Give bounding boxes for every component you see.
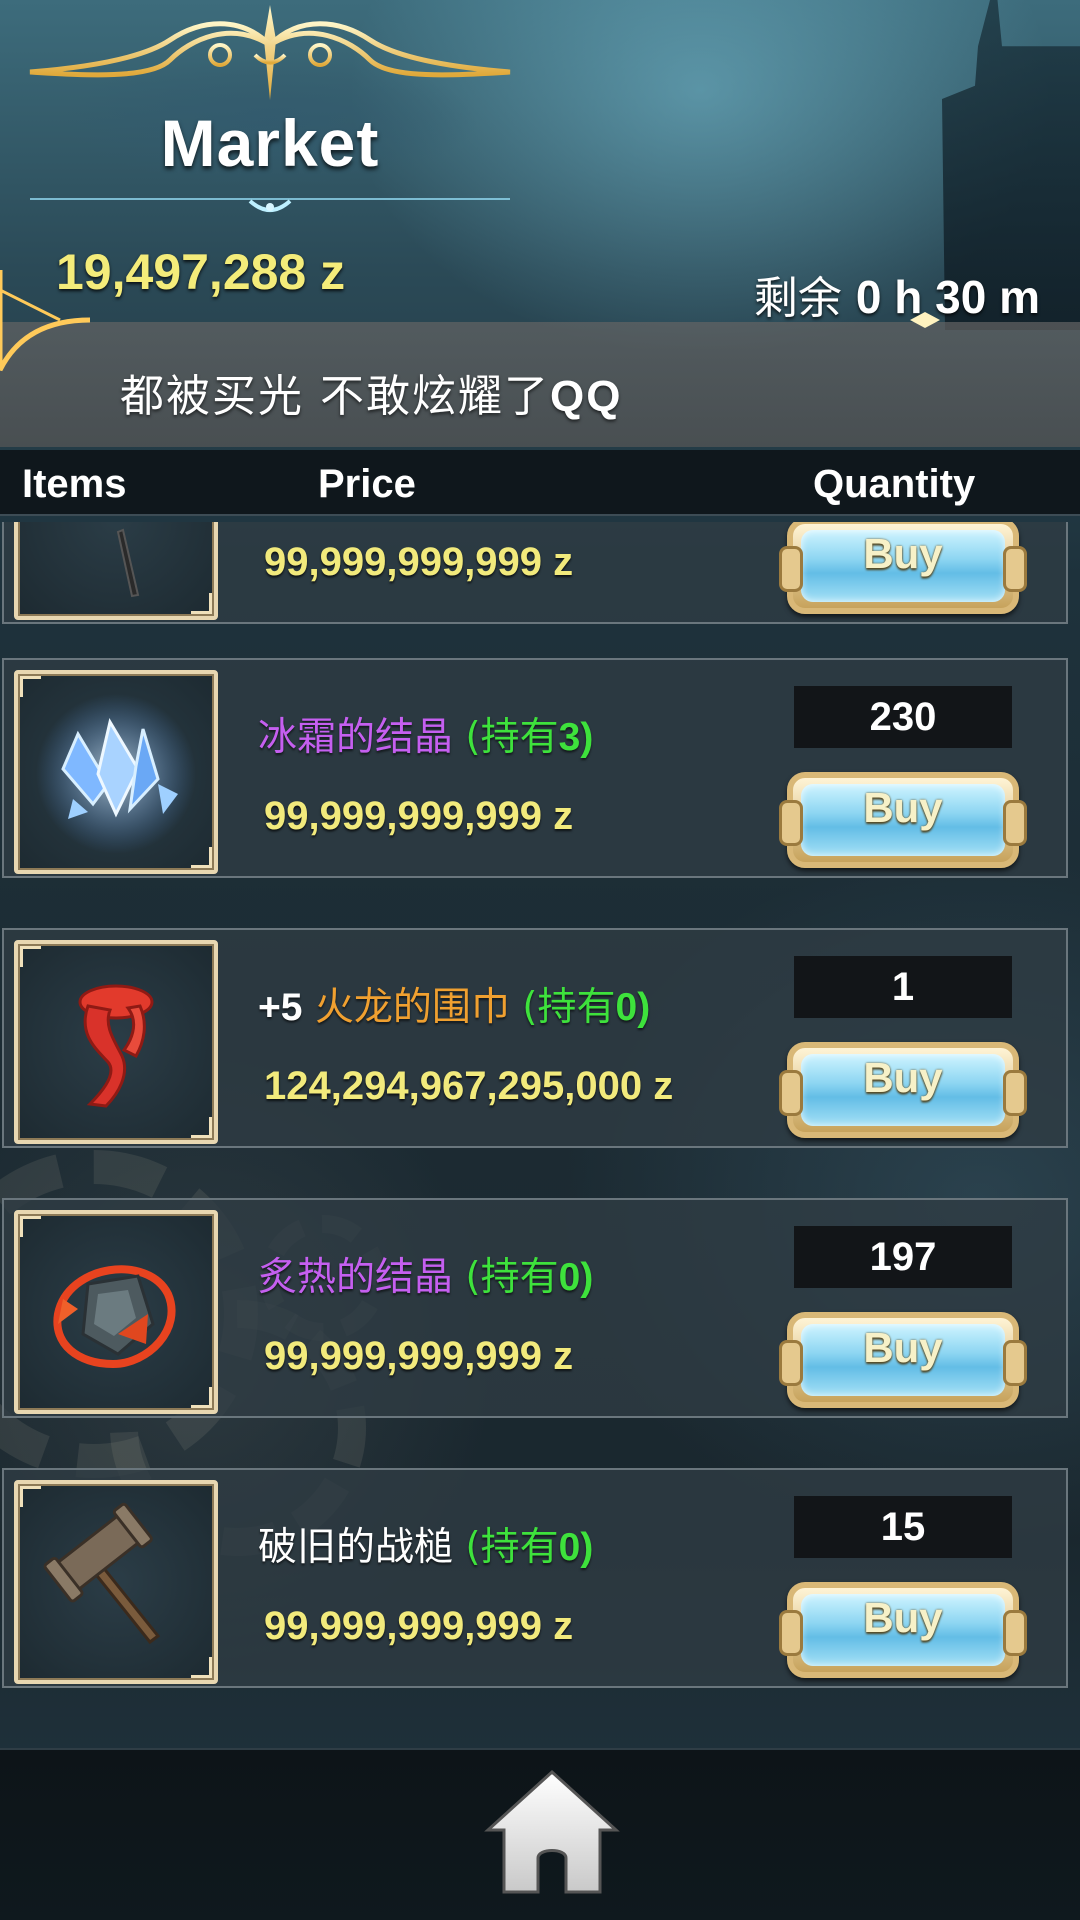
column-header: Items Price Quantity [0,450,1080,516]
fire-crystal-icon [53,1265,176,1369]
enhance-level: +5 [258,986,303,1029]
item-thumbnail [14,670,218,874]
owned-value: 3 [558,716,581,759]
item-price: 99,999,999,999 z [264,1604,574,1648]
owned-suffix: ) [637,986,651,1029]
column-quantity: Quantity [813,462,976,506]
buy-button[interactable]: Buy [779,522,1027,614]
list-item: +5 火龙的围巾 (持有0) 124,294,967,295,000 z 1 B… [2,928,1068,1148]
owned-value: 0 [558,1526,581,1569]
owned-suffix: ) [580,716,594,759]
war-hammer-icon [43,1502,161,1645]
list-item: 炙热的结晶 (持有0) 99,999,999,999 z 197 Buy [2,1198,1068,1418]
list-item: 破旧的战槌 (持有0) 99,999,999,999 z 15 Buy [2,1468,1068,1688]
buy-button-label: Buy [863,530,943,577]
owned-value: 0 [615,986,638,1029]
owned-count: (持有0) [465,1255,594,1300]
item-thumbnail [14,1480,218,1684]
item-price: 99,999,999,999 z [264,1334,574,1378]
owned-suffix: ) [580,1526,594,1569]
item-quantity: 1 [794,956,1012,1018]
market-header: Market 19,497,288 z 剩余 0 h 30 m 都被买光 不敢炫… [0,0,1080,447]
buy-button[interactable]: Buy [779,1042,1027,1138]
item-list[interactable]: 99,999,999,999 z Buy 冰霜的结晶 (持有3) 99,999,… [0,522,1080,1747]
owned-count: (持有3) [465,715,594,760]
ice-crystal-icon [36,694,196,854]
owned-label: (持有 [465,1525,559,1570]
banner-message: 都被买光 不敢炫耀了QQ [120,360,622,424]
page-title: Market [160,106,380,180]
list-item: 99,999,999,999 z Buy [2,522,1068,624]
item-thumbnail [14,522,218,620]
item-name-text: 炙热的结晶 [258,1255,454,1300]
item-quantity: 230 [794,686,1012,748]
owned-count: (持有0) [522,985,651,1030]
buy-button[interactable]: Buy [779,1582,1027,1678]
owned-suffix: ) [580,1256,594,1299]
buy-button-label: Buy [863,784,943,831]
dagger-icon [116,528,140,598]
buy-button-label: Buy [863,1594,943,1641]
item-name-text: 火龙的围巾 [314,985,510,1030]
list-item: 冰霜的结晶 (持有3) 99,999,999,999 z 230 Buy [2,658,1068,878]
buy-button[interactable]: Buy [779,772,1027,868]
item-quantity: 15 [794,1496,1012,1558]
title-divider [30,198,510,212]
red-scarf-icon [78,984,154,1108]
item-thumbnail [14,1210,218,1414]
item-price: 99,999,999,999 z [264,794,574,838]
market-screen: Market 19,497,288 z 剩余 0 h 30 m 都被买光 不敢炫… [0,0,1080,1920]
item-price: 99,999,999,999 z [264,540,574,584]
title-ornament [29,5,511,100]
item-name-text: 破旧的战槌 [258,1525,454,1570]
buy-button[interactable]: Buy [779,1312,1027,1408]
item-thumbnail [14,940,218,1144]
banner-message-emote: QQ [550,372,623,421]
buy-button-label: Buy [863,1324,943,1371]
owned-count: (持有0) [465,1525,594,1570]
owned-label: (持有 [465,1255,559,1300]
item-name: +5 火龙的围巾 (持有0) [258,976,650,1032]
item-name: 冰霜的结晶 (持有3) [258,706,593,762]
item-price: 124,294,967,295,000 z [264,1064,674,1108]
column-price: Price [318,462,416,506]
column-items: Items [22,462,127,506]
owned-value: 0 [558,1256,581,1299]
item-name: 破旧的战槌 (持有0) [258,1516,593,1572]
item-name-text: 冰霜的结晶 [258,715,454,760]
owned-label: (持有 [465,715,559,760]
buy-button-label: Buy [863,1054,943,1101]
home-icon[interactable] [482,1768,622,1898]
item-quantity: 197 [794,1226,1012,1288]
owned-label: (持有 [522,985,616,1030]
banner-message-text: 都被买光 不敢炫耀了 [120,371,550,422]
item-name: 炙热的结晶 (持有0) [258,1246,593,1302]
